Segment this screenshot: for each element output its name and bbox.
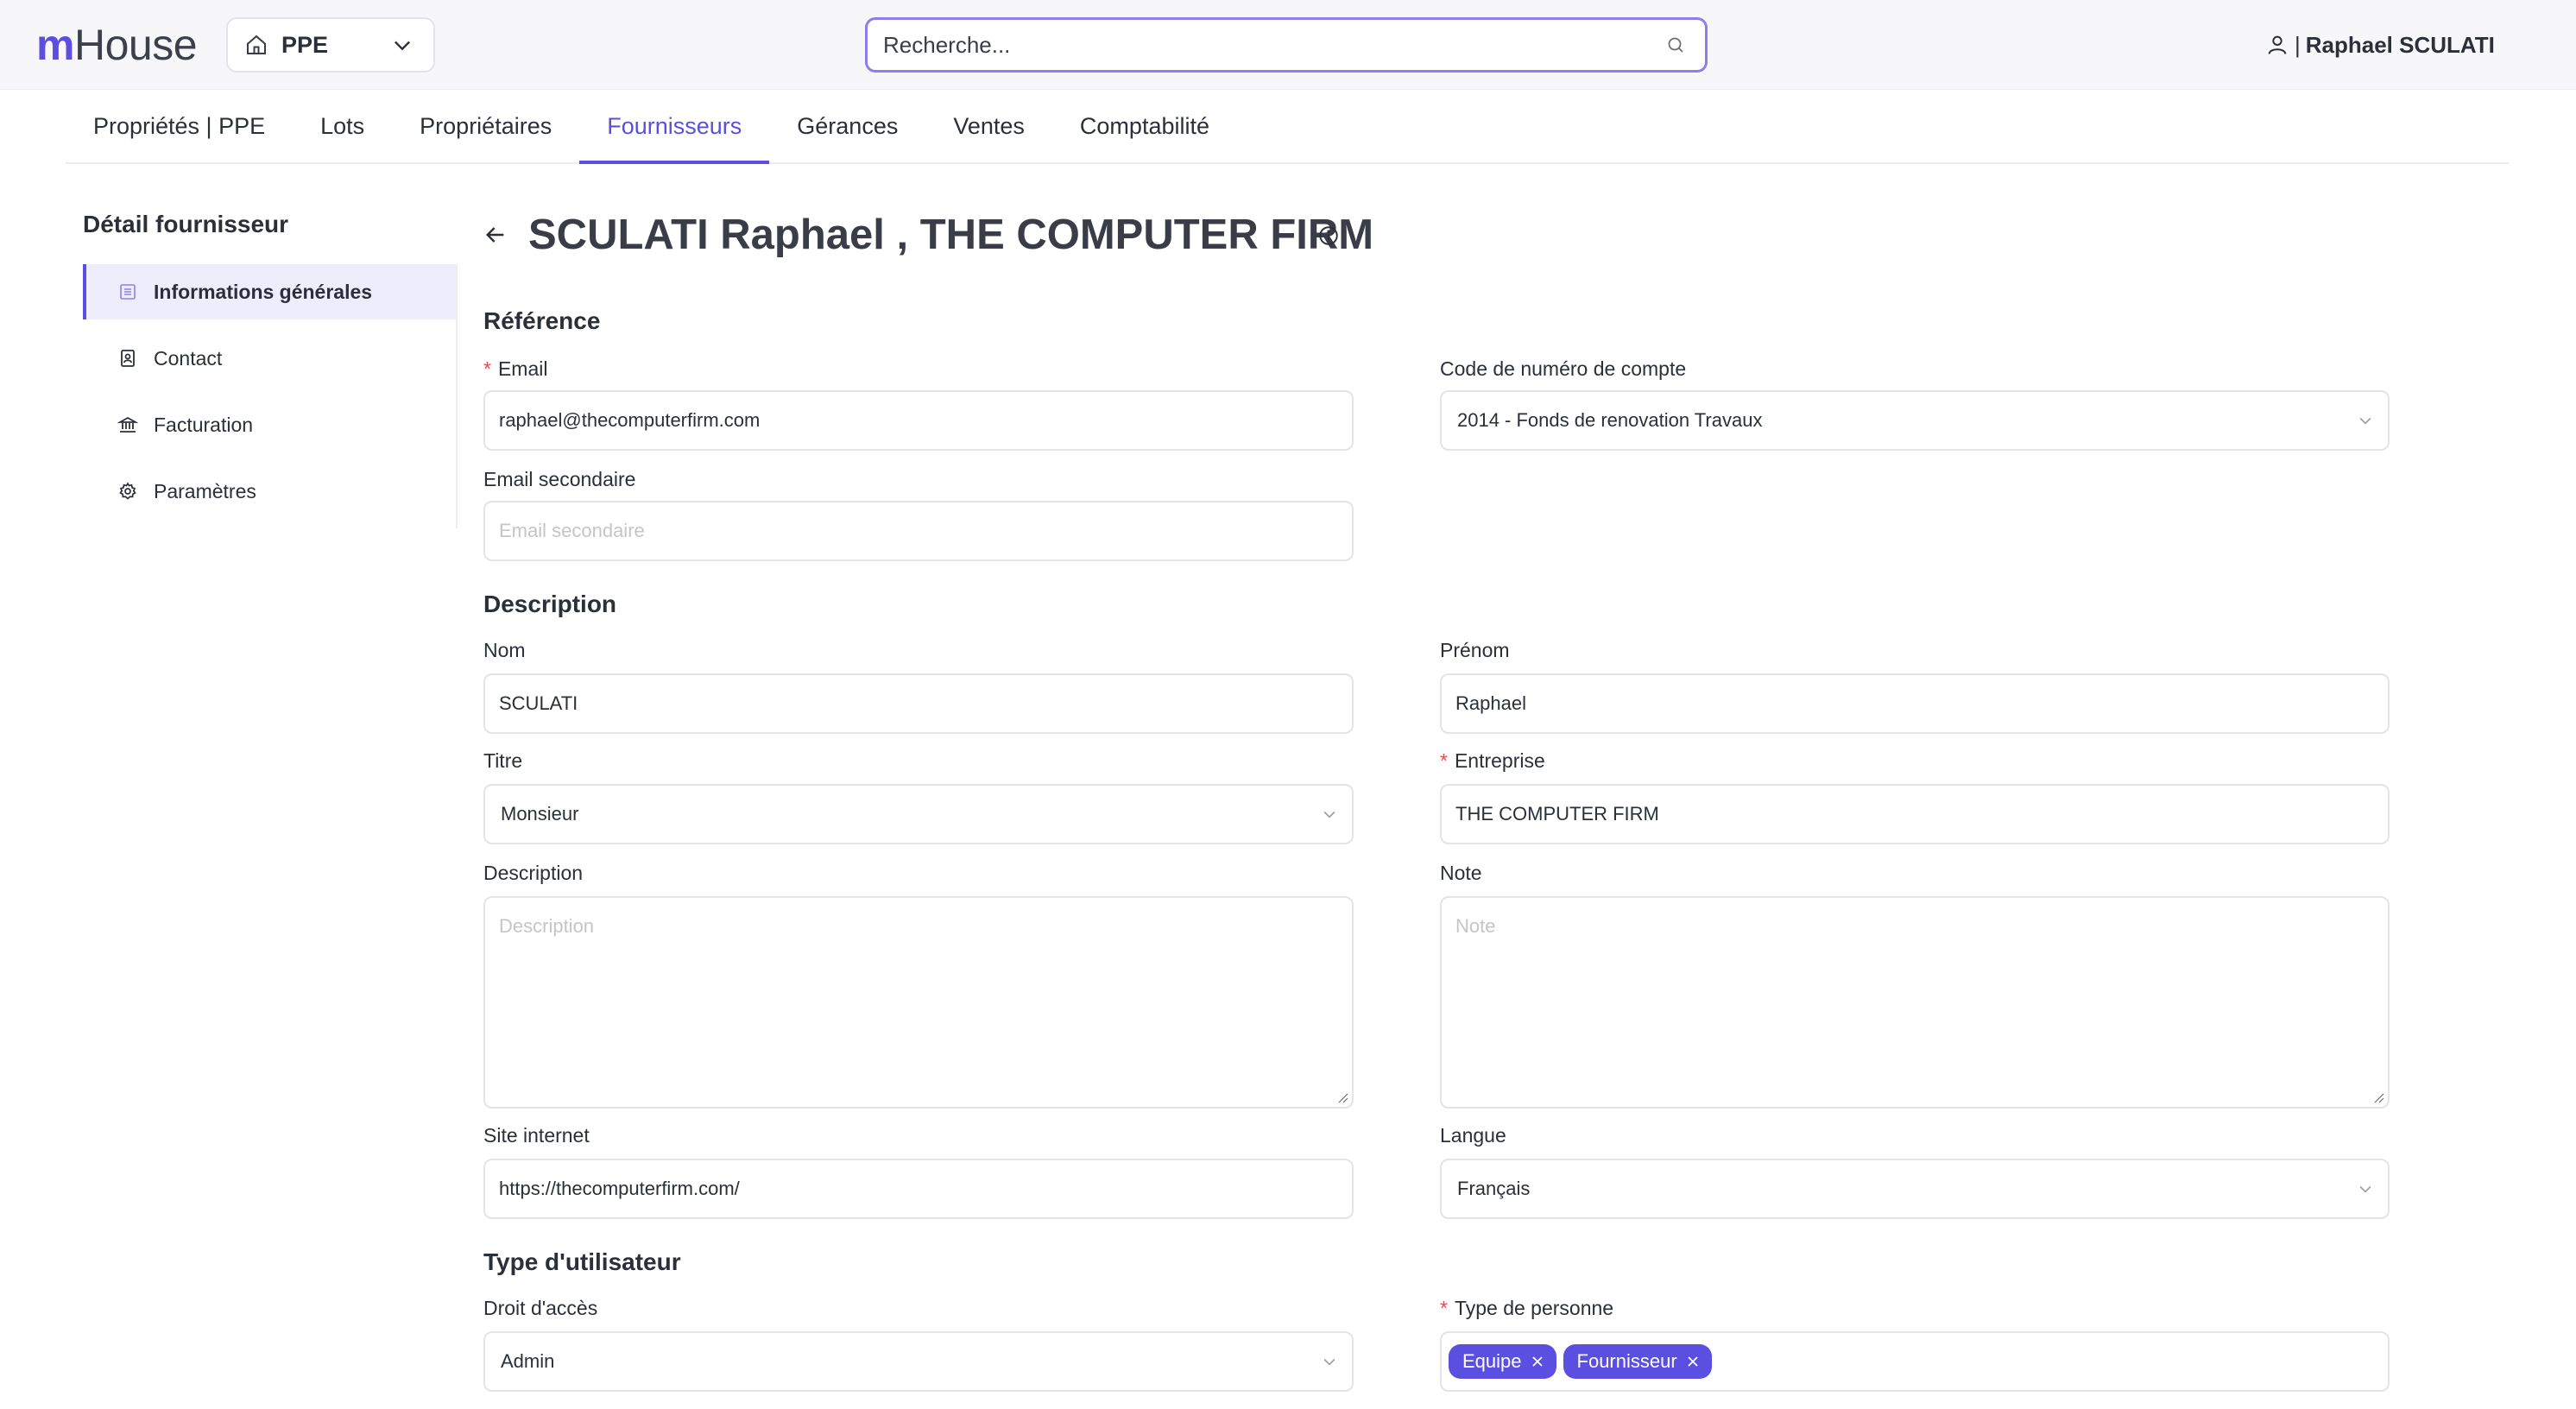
- close-icon[interactable]: [1686, 1355, 1700, 1368]
- detail-sidebar: Informations générales Contact Facturati…: [83, 264, 458, 528]
- account-code-value: 2014 - Fonds de renovation Travaux: [1457, 409, 1763, 431]
- titre-select[interactable]: Monsieur: [483, 784, 1354, 844]
- close-icon[interactable]: [1531, 1355, 1544, 1368]
- sidebar-item-facturation[interactable]: Facturation: [83, 397, 456, 452]
- gear-icon: [119, 482, 136, 500]
- note-field[interactable]: [1440, 896, 2390, 1109]
- prenom-label: Prénom: [1440, 639, 1510, 661]
- nom-input[interactable]: [499, 692, 1338, 715]
- tab-fournisseurs[interactable]: Fournisseurs: [579, 90, 770, 164]
- chevron-down-icon: [1323, 1358, 1335, 1366]
- prenom-field[interactable]: [1440, 673, 2390, 734]
- sidebar-item-label: Informations générales: [154, 280, 373, 303]
- page-title: SCULATI Raphael , THE COMPUTER FIRM: [528, 212, 1374, 258]
- site-label: Site internet: [483, 1124, 590, 1147]
- global-search[interactable]: [865, 17, 1708, 73]
- user-separator: |: [2295, 31, 2301, 58]
- top-header: mHouse PPE | Raphael SCULATI: [0, 0, 2576, 90]
- search-input[interactable]: [883, 31, 1665, 59]
- site-input[interactable]: [499, 1178, 1338, 1200]
- tab-comptabilite[interactable]: Comptabilité: [1052, 90, 1237, 162]
- sidebar-item-label: Contact: [154, 346, 223, 370]
- email-field[interactable]: [483, 390, 1354, 451]
- secondary-email-field[interactable]: [483, 501, 1354, 561]
- resize-handle-icon[interactable]: [1336, 1091, 1348, 1103]
- back-arrow-icon[interactable]: [482, 221, 509, 249]
- chevron-down-icon: [2359, 1185, 2371, 1193]
- section-reference: Référence: [483, 307, 601, 334]
- person-type-multiselect[interactable]: Equipe Fournisseur: [1440, 1331, 2390, 1392]
- property-selector[interactable]: PPE: [226, 17, 435, 73]
- description-field[interactable]: [483, 896, 1354, 1109]
- tag-fournisseur: Fournisseur: [1563, 1344, 1712, 1379]
- sidebar-item-label: Facturation: [154, 413, 254, 436]
- chevron-down-icon: [1323, 811, 1335, 818]
- access-select[interactable]: Admin: [483, 1331, 1354, 1392]
- person-type-label: * Type de personne: [1440, 1297, 1614, 1319]
- main-tabs: Propriétés | PPE Lots Propriétaires Four…: [66, 92, 2509, 164]
- sidebar-item-contact[interactable]: Contact: [83, 331, 456, 386]
- tag-equipe: Equipe: [1449, 1344, 1556, 1379]
- prenom-input[interactable]: [1455, 692, 2374, 715]
- nom-label: Nom: [483, 639, 526, 661]
- sidebar-item-parametres[interactable]: Paramètres: [83, 464, 456, 519]
- entreprise-label: * Entreprise: [1440, 749, 1545, 772]
- chevron-down-icon: [395, 41, 410, 51]
- note-textarea[interactable]: [1455, 915, 2374, 1088]
- user-name: Raphael SCULATI: [2305, 31, 2495, 58]
- nom-field[interactable]: [483, 673, 1354, 734]
- sidebar-item-informations[interactable]: Informations générales: [83, 264, 456, 319]
- langue-value: Français: [1457, 1178, 1531, 1199]
- sidebar-item-label: Paramètres: [154, 479, 256, 502]
- tab-lots[interactable]: Lots: [293, 90, 392, 162]
- site-field[interactable]: [483, 1159, 1354, 1219]
- langue-select[interactable]: Français: [1440, 1159, 2390, 1219]
- tab-gerances[interactable]: Gérances: [769, 90, 925, 162]
- description-textarea[interactable]: [499, 915, 1338, 1088]
- tab-proprietaires[interactable]: Propriétaires: [392, 90, 579, 162]
- sidebar-title: Détail fournisseur: [83, 211, 289, 237]
- resize-handle-icon[interactable]: [2372, 1091, 2384, 1103]
- account-code-label: Code de numéro de compte: [1440, 357, 1687, 380]
- section-description: Description: [483, 591, 617, 617]
- app-logo[interactable]: mHouse: [36, 21, 198, 69]
- entreprise-input[interactable]: [1455, 803, 2374, 825]
- property-selector-label: PPE: [281, 31, 329, 58]
- entreprise-field[interactable]: [1440, 784, 2390, 844]
- user-menu[interactable]: | Raphael SCULATI: [2265, 29, 2495, 60]
- account-code-select[interactable]: 2014 - Fonds de renovation Travaux: [1440, 390, 2390, 451]
- bank-icon: [117, 416, 138, 433]
- tab-proprietes[interactable]: Propriétés | PPE: [66, 90, 293, 162]
- note-label: Note: [1440, 862, 1482, 884]
- access-label: Droit d'accès: [483, 1297, 598, 1319]
- search-icon[interactable]: [1665, 35, 1686, 55]
- home-icon: [247, 35, 266, 54]
- titre-value: Monsieur: [501, 803, 579, 825]
- langue-label: Langue: [1440, 1124, 1506, 1147]
- titre-label: Titre: [483, 749, 523, 772]
- chevron-down-icon: [2359, 417, 2371, 425]
- user-icon: [2268, 35, 2287, 54]
- tab-ventes[interactable]: Ventes: [925, 90, 1052, 162]
- section-user-type: Type d'utilisateur: [483, 1248, 681, 1275]
- email-input[interactable]: [499, 409, 1338, 432]
- secondary-email-label: Email secondaire: [483, 468, 636, 490]
- description-label: Description: [483, 862, 584, 884]
- info-icon[interactable]: [1317, 224, 1340, 247]
- list-icon: [120, 284, 136, 300]
- secondary-email-input[interactable]: [499, 520, 1338, 542]
- access-value: Admin: [501, 1350, 555, 1372]
- contact-icon: [121, 350, 135, 367]
- email-label: * Email: [483, 357, 548, 380]
